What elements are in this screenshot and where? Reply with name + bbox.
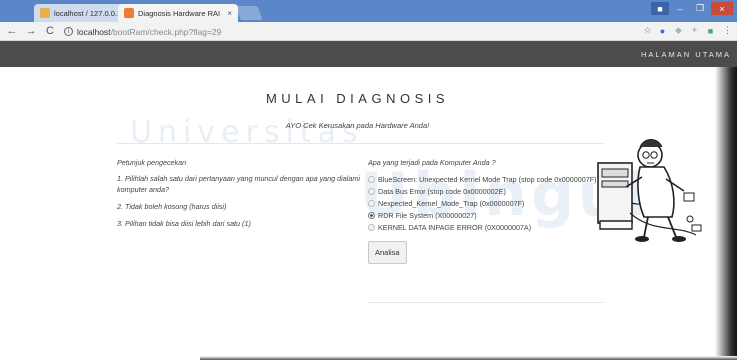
address-bar[interactable]: i localhost/bootRam/check.php?flag=29: [64, 25, 649, 38]
extension-diamond-icon[interactable]: ◆: [673, 25, 684, 36]
option-label: Nexpected_Kernel_Mode_Trap (0x0000007F): [378, 199, 525, 208]
window-controls: ■ – ❐ ×: [651, 2, 733, 15]
browser-window: localhost / 127.0.0.1 / sk × Diagnosis H…: [0, 0, 737, 360]
reload-icon[interactable]: C: [43, 24, 57, 38]
tab-strip: localhost / 127.0.0.1 / sk × Diagnosis H…: [0, 0, 737, 22]
browser-toolbar: ← → C i localhost/bootRam/check.php?flag…: [0, 22, 737, 41]
page-shadow: [715, 67, 737, 360]
extension-gray-icon[interactable]: ✦: [689, 25, 700, 36]
instruction-step: 3. Pilihan tidak bisa diisi lebih dari s…: [117, 219, 251, 228]
analisa-button[interactable]: Analisa: [368, 241, 407, 264]
option-label: KERNEL DATA INPAGE ERROR (0X0000007A): [378, 223, 532, 232]
radio-button[interactable]: [368, 176, 375, 183]
tab-close-icon[interactable]: ×: [227, 9, 232, 18]
page-title: MULAI DIAGNOSIS: [265, 91, 450, 106]
option-kernel-data-inpage[interactable]: KERNEL DATA INPAGE ERROR (0X0000007A): [368, 222, 608, 233]
divider: [368, 302, 604, 303]
site-favicon-icon: [124, 8, 134, 18]
divider: [117, 143, 604, 144]
radio-button[interactable]: [368, 188, 375, 195]
page-subtitle: AYO Cek Kerusakan pada Hardware Anda!: [285, 121, 430, 130]
instruction-step: 2. Tidak boleh kosong (harus diisi): [117, 202, 227, 211]
url-host: localhost: [77, 26, 111, 37]
option-label: RDR File System (X00000027): [378, 211, 477, 220]
instructions-heading: Petunjuk pengecekan: [117, 158, 187, 167]
radio-button-selected[interactable]: [368, 212, 375, 219]
tab-diagnosis[interactable]: Diagnosis Hardware RAI ×: [118, 4, 238, 22]
radio-button[interactable]: [368, 224, 375, 231]
forward-arrow-icon[interactable]: →: [24, 24, 38, 38]
extension-green-icon[interactable]: ■: [705, 25, 716, 36]
option-bluescreen[interactable]: BlueScreen: Unexpected Kernel Mode Trap …: [368, 174, 608, 185]
page-shadow-bottom: [200, 356, 737, 360]
option-label: Data Bus Error (stop code 0x0000002E): [378, 187, 506, 196]
new-tab-button[interactable]: [235, 6, 263, 20]
instruction-step: 1. Pilihlah salah satu dari pertanyaan y…: [117, 174, 360, 194]
option-data-bus-error[interactable]: Data Bus Error (stop code 0x0000002E): [368, 186, 608, 197]
question-label: Apa yang terjadi pada Komputer Anda ?: [368, 158, 496, 167]
info-icon[interactable]: i: [64, 27, 73, 36]
back-arrow-icon[interactable]: ←: [5, 24, 19, 38]
menu-dots-icon[interactable]: ⋮: [722, 25, 733, 36]
phpmyadmin-favicon-icon: [40, 8, 50, 18]
star-icon[interactable]: ☆: [642, 25, 653, 36]
technician-illustration-icon: [597, 139, 702, 242]
tab-label: Diagnosis Hardware RAI: [138, 8, 221, 18]
instructions-panel: Petunjuk pengecekan 1. Pilihlah salah sa…: [117, 157, 362, 235]
user-profile-icon[interactable]: ■: [651, 2, 669, 15]
option-label: BlueScreen: Unexpected Kernel Mode Trap …: [378, 175, 597, 184]
diagnosis-form: Apa yang terjadi pada Komputer Anda ? Bl…: [368, 157, 608, 264]
minimize-button[interactable]: –: [671, 2, 689, 15]
option-rdr-file-system[interactable]: RDR File System (X00000027): [368, 210, 608, 221]
extension-blue-icon[interactable]: ●: [657, 25, 668, 36]
option-nexpected-kernel[interactable]: Nexpected_Kernel_Mode_Trap (0x0000007F): [368, 198, 608, 209]
maximize-button[interactable]: ❐: [691, 2, 709, 15]
home-link[interactable]: HALAMAN UTAMA: [641, 50, 731, 59]
site-navbar: HALAMAN UTAMA: [0, 41, 737, 67]
close-window-button[interactable]: ×: [711, 2, 733, 15]
url-path: /bootRam/check.php?flag=29: [110, 26, 222, 37]
radio-button[interactable]: [368, 200, 375, 207]
